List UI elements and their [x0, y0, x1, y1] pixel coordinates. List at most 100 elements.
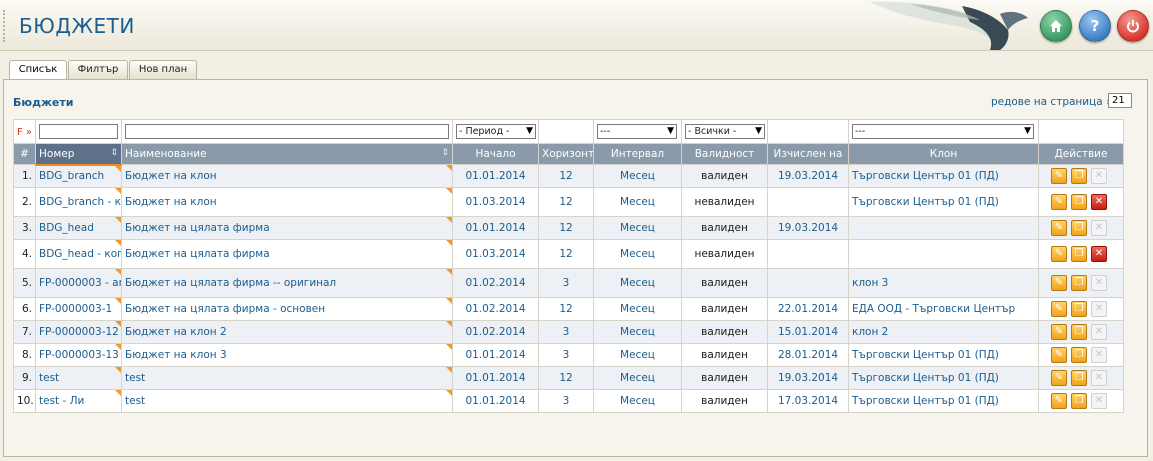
row-start: 01.01.2014	[452, 164, 539, 188]
table-row[interactable]: 5.FP-0000003 - angelБюджет на цялата фир…	[13, 268, 1124, 298]
row-name-link[interactable]: Бюджет на клон	[121, 187, 453, 217]
tab-list[interactable]: Списък	[9, 60, 67, 81]
filter-interval-select[interactable]: --- ▼	[597, 124, 677, 139]
row-actions: ✎ ❐ ✕	[1038, 343, 1124, 367]
edit-icon[interactable]: ✎	[1051, 275, 1067, 291]
table-row[interactable]: 1. BDG_branch Бюджет на клон 01.01.2014 12 Ме…	[13, 164, 1124, 188]
row-index: 10.	[13, 389, 36, 413]
row-number-link[interactable]: BDG_head	[35, 216, 122, 240]
copy-icon[interactable]: ❐	[1071, 324, 1087, 340]
edit-icon[interactable]: ✎	[1051, 220, 1067, 236]
row-name-link[interactable]: Бюджет на цялата фирма	[121, 239, 453, 269]
row-name-link[interactable]: Бюджет на клон	[121, 164, 453, 188]
edit-icon[interactable]: ✎	[1051, 168, 1067, 184]
edit-icon[interactable]: ✎	[1051, 370, 1067, 386]
col-interval[interactable]: Интервал	[593, 143, 682, 165]
row-name-link[interactable]: Бюджет на цялата фирма -- оригинал	[121, 268, 453, 298]
power-icon	[1127, 20, 1139, 33]
row-number-link[interactable]: FP-0000003 - angel	[35, 268, 122, 298]
row-number-link[interactable]: test - Ли	[35, 389, 122, 413]
copy-icon[interactable]: ❐	[1071, 393, 1087, 409]
copy-icon[interactable]: ❐	[1071, 168, 1087, 184]
row-calculated: 19.03.2014	[767, 366, 849, 390]
copy-icon[interactable]: ❐	[1071, 347, 1087, 363]
sort-icon: ⇕	[441, 148, 449, 158]
bird-logo-graphic	[870, 1, 1028, 50]
table-row[interactable]: 2.BDG_branch - копиеБюджет на клон01.03.…	[13, 187, 1124, 217]
filter-branch-select[interactable]: --- ▼	[852, 124, 1034, 139]
row-number-link[interactable]: test	[35, 366, 122, 390]
filter-number-cell	[35, 119, 122, 144]
row-number-link[interactable]: FP-0000003-13	[35, 343, 122, 367]
col-start[interactable]: Начало	[452, 143, 539, 165]
sort-icon: ⇕	[110, 147, 118, 158]
copy-icon[interactable]: ❐	[1071, 275, 1087, 291]
tab-new-plan[interactable]: Нов план	[129, 60, 197, 79]
rows-per-page-input[interactable]	[1108, 93, 1132, 108]
col-action: Действие	[1038, 143, 1124, 165]
row-horizon: 12	[538, 297, 594, 321]
row-branch: клон 2	[848, 320, 1039, 344]
copy-icon[interactable]: ❐	[1071, 301, 1087, 317]
edit-icon[interactable]: ✎	[1051, 324, 1067, 340]
edit-icon[interactable]: ✎	[1051, 246, 1067, 262]
edit-icon[interactable]: ✎	[1051, 301, 1067, 317]
col-name[interactable]: Наименование ⇕	[121, 143, 453, 165]
table-row[interactable]: 7. FP-0000003-12 Бюджет на клон 2 01.02.201…	[13, 320, 1124, 344]
row-name-link[interactable]: Бюджет на клон 2	[121, 320, 453, 344]
row-calculated	[767, 268, 849, 298]
table-row[interactable]: 3. BDG_head Бюджет на цялата фирма 01.01.20…	[13, 216, 1124, 240]
logout-button[interactable]	[1117, 10, 1149, 42]
edit-icon[interactable]: ✎	[1051, 347, 1067, 363]
row-number-link[interactable]: BDG_branch - копие	[35, 187, 122, 217]
tab-filter[interactable]: Филтър	[68, 60, 128, 79]
col-branch[interactable]: Клон	[848, 143, 1039, 165]
row-name-link[interactable]: Бюджет на цялата фирма - основен	[121, 297, 453, 321]
col-number[interactable]: Номер ⇕	[35, 143, 122, 166]
col-horizon[interactable]: Хоризонт	[538, 143, 594, 165]
row-actions: ✎ ❐ ✕	[1038, 239, 1124, 269]
filter-validity-select[interactable]: - Всички - ▼	[685, 124, 765, 139]
edit-icon[interactable]: ✎	[1051, 194, 1067, 210]
filter-name-input[interactable]	[125, 124, 449, 139]
table-row[interactable]: 9. test test 01.01.2014 12 Месец валиден 19.03.…	[13, 366, 1124, 390]
row-number-link[interactable]: BDG_branch	[35, 164, 122, 188]
row-horizon: 12	[538, 366, 594, 390]
col-calculated[interactable]: Изчислен на	[767, 143, 849, 165]
filter-period-select[interactable]: - Период - ▼	[456, 124, 536, 139]
table-row[interactable]: 8. FP-0000003-13 Бюджет на клон 3 01.01.201…	[13, 343, 1124, 367]
row-calculated	[767, 239, 849, 269]
row-number-link[interactable]: FP-0000003-12	[35, 320, 122, 344]
filter-interval-cell: --- ▼	[593, 119, 682, 144]
row-actions: ✎ ❐ ✕	[1038, 187, 1124, 217]
filter-period-cell: - Период - ▼	[452, 119, 539, 144]
delete-icon[interactable]: ✕	[1091, 194, 1107, 210]
home-button[interactable]	[1040, 10, 1072, 42]
edit-icon[interactable]: ✎	[1051, 393, 1067, 409]
row-number-link[interactable]: FP-0000003-1	[35, 297, 122, 321]
copy-icon[interactable]: ❐	[1071, 220, 1087, 236]
row-number-link[interactable]: BDG_head - копие	[35, 239, 122, 269]
col-index: #	[13, 143, 36, 165]
col-validity[interactable]: Валидност	[681, 143, 768, 165]
row-name-link[interactable]: Бюджет на цялата фирма	[121, 216, 453, 240]
copy-icon[interactable]: ❐	[1071, 370, 1087, 386]
help-button[interactable]: ?	[1079, 10, 1111, 42]
row-actions: ✎ ❐ ✕	[1038, 389, 1124, 413]
chevron-down-icon: ▼	[526, 126, 533, 136]
row-validity: валиден	[681, 320, 768, 344]
table-row[interactable]: 10. test - Ли test 01.01.2014 3 Месец валиден 1…	[13, 389, 1124, 413]
copy-icon[interactable]: ❐	[1071, 246, 1087, 262]
row-branch	[848, 239, 1039, 269]
delete-icon[interactable]: ✕	[1091, 246, 1107, 262]
table-row[interactable]: 6. FP-0000003-1 Бюджет на цялата фирма - о…	[13, 297, 1124, 321]
row-name-link[interactable]: test	[121, 389, 453, 413]
row-name-link[interactable]: Бюджет на клон 3	[121, 343, 453, 367]
budgets-table: F » - Период - ▼ --- ▼ - Всички - ▼ --- ▼ # …	[13, 119, 1124, 413]
table-row[interactable]: 4.BDG_head - копиеБюджет на цялата фирма…	[13, 239, 1124, 269]
row-name-link[interactable]: test	[121, 366, 453, 390]
delete-icon: ✕	[1091, 301, 1107, 317]
row-branch: Търговски Център 01 (ПД)	[848, 343, 1039, 367]
copy-icon[interactable]: ❐	[1071, 194, 1087, 210]
filter-number-input[interactable]	[39, 124, 118, 139]
